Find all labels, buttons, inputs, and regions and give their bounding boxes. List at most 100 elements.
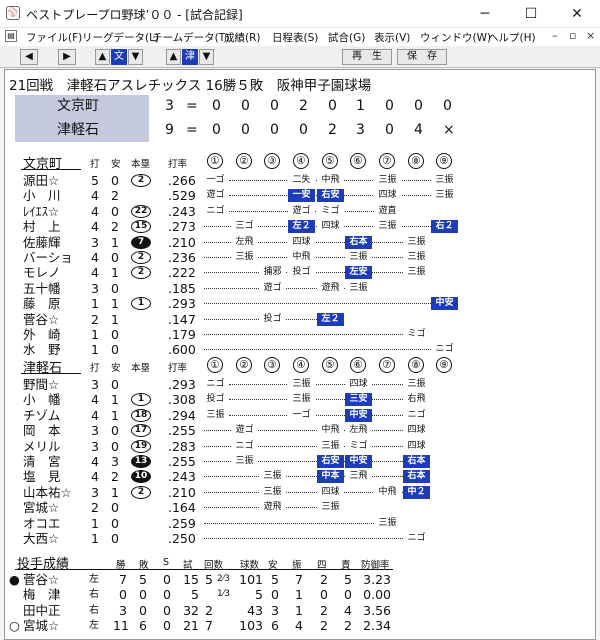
inning-number: ⑧ xyxy=(408,153,424,169)
menu-help[interactable]: ヘルプ(H) xyxy=(488,30,536,45)
player-row[interactable]: 佐藤輝 3 1 7 .210 左飛 四球 右本 三振 xyxy=(5,235,595,250)
at-bat-result: 遊直 xyxy=(374,204,401,218)
score-inning: 0 xyxy=(270,98,279,114)
save-button[interactable]: 保 存 xyxy=(397,49,447,65)
section-underline xyxy=(21,169,81,170)
player-row[interactable]: 野間☆ 3 0 .293 ニゴ 三振 四球 三振 xyxy=(5,377,595,392)
player-row[interactable]: 塩 見 4 2 10 .243 三振 中本 三飛 右本 xyxy=(5,469,595,485)
player-row[interactable]: 外 崎 1 0 .179 ミゴ xyxy=(5,327,595,342)
player-row[interactable]: オコエ 1 0 .259 三振 xyxy=(5,516,595,531)
player-name: 塩 見 xyxy=(23,469,61,485)
at-bat-result: 遊ゴ xyxy=(259,281,286,295)
player-row[interactable]: 山本祐☆ 3 1 2 .210 三振 四球 中飛 中２ xyxy=(5,484,595,500)
at-bat-result: 三振 xyxy=(259,485,286,499)
player-h: 0 xyxy=(111,531,119,546)
menu-team[interactable]: チームデータ(T) xyxy=(152,30,229,45)
score-team-name: 文京町 xyxy=(57,98,99,114)
player-row[interactable]: ﾚｲｴｽ☆ 4 0 22 .243 ニゴ 遊ゴ ミゴ 遊直 xyxy=(5,204,595,219)
player-row[interactable]: 小 川 4 2 .529 遊ゴ 一安 右安 四球 三振 xyxy=(5,188,595,204)
player-ab: 1 xyxy=(91,342,99,358)
pitcher-hand: 右 xyxy=(89,589,99,601)
player-row[interactable]: 小 幡 4 1 1.308 投ゴ 三振 三安 右飛 xyxy=(5,392,595,407)
result-leader xyxy=(229,414,403,416)
score-inning: 3 xyxy=(356,122,365,138)
pitcher-ip: 7 xyxy=(205,618,213,634)
prev-game-button[interactable]: ◀ xyxy=(20,49,38,65)
player-row[interactable]: 源田☆ 5 0 2 .266 一ゴ 二失 中飛 三振 三振 xyxy=(5,173,595,188)
play-button[interactable]: 再 生 xyxy=(342,49,392,65)
player-row[interactable]: 藤 原 1 1 1.293 中安 xyxy=(5,296,595,312)
inning-number: ③ xyxy=(264,153,280,169)
at-bat-result: 左安 xyxy=(345,266,372,280)
player-h: 1 xyxy=(111,484,119,500)
at-bat-result: 中安 xyxy=(345,455,372,468)
player-avg: .255 xyxy=(168,454,196,469)
score-team-name: 津軽石 xyxy=(57,122,99,138)
result-leader xyxy=(204,445,231,447)
at-bat-result: 三振 xyxy=(345,281,372,295)
player-ab: 3 xyxy=(91,484,99,500)
menu-schedule[interactable]: 日程表(S) xyxy=(272,30,318,45)
team1-button[interactable]: 文 xyxy=(111,49,127,65)
player-row[interactable]: バーショ 4 0 2 .236 三振 中飛 三振 三振 xyxy=(5,250,595,265)
inning-number: ② xyxy=(236,153,252,169)
team1-down-button[interactable]: ▼ xyxy=(128,49,143,65)
mdi-close-icon[interactable]: × xyxy=(586,29,595,42)
player-ab: 1 xyxy=(91,531,99,546)
next-game-button[interactable]: ▶ xyxy=(58,49,76,65)
hr-count-badge: 1 xyxy=(131,297,151,311)
maximize-button[interactable]: ☐ xyxy=(508,0,554,28)
team2-down-button[interactable]: ▼ xyxy=(199,49,214,65)
at-bat-result: 三振 xyxy=(288,393,315,407)
player-avg: .147 xyxy=(168,311,196,327)
at-bat-result: ニゴ xyxy=(202,378,229,391)
at-bat-result: 中安 xyxy=(345,408,372,422)
close-button[interactable]: ✕ xyxy=(554,0,600,28)
pitcher-row[interactable]: 田中正右 3 0 0 32 2 43 3 1 2 4 3.56 xyxy=(5,602,595,618)
pitcher-k: 7 xyxy=(295,572,303,587)
player-ab: 4 xyxy=(91,265,99,281)
mdi-restore-icon[interactable]: ▫ xyxy=(569,29,576,42)
result-leader xyxy=(204,430,231,432)
pitcher-mark: ○ xyxy=(9,618,20,634)
mdi-doc-icon[interactable]: ▤ xyxy=(5,30,17,42)
menu-view[interactable]: 表示(V) xyxy=(374,30,410,45)
team2-up-button[interactable]: ▲ xyxy=(166,49,181,65)
menu-game[interactable]: 試合(G) xyxy=(328,30,365,45)
pitcher-row[interactable]: 梅 津右 0 0 0 5 1⁄3 5 0 1 0 0 0.00 xyxy=(5,587,595,603)
mdi-minimize-icon[interactable]: – xyxy=(552,29,558,42)
pitcher-row[interactable]: ○ 宮城☆ 左 11 6 0 21 7 103 6 4 2 2 2.34 xyxy=(5,618,595,634)
player-h: 2 xyxy=(111,188,119,204)
at-bat-result: 右安 xyxy=(317,189,344,203)
menu-file[interactable]: ファイル(F) xyxy=(26,30,82,45)
score-eq: = xyxy=(186,98,198,114)
player-row[interactable]: 宮城☆ 2 0 .164 遊飛 三振 xyxy=(5,500,595,515)
player-row[interactable]: 清 宮 4 3 13 .255 三振 右安 中安 右本 xyxy=(5,454,595,469)
player-row[interactable]: 水 野 1 0 .600 ニゴ xyxy=(5,342,595,358)
at-bat-result: 一ゴ xyxy=(288,408,315,422)
player-row[interactable]: 村 上 4 2 15 .273 三ゴ 左２ 四球 三振 右２ xyxy=(5,219,595,234)
player-row[interactable]: 菅谷☆ 2 1 .147 投ゴ 左２ xyxy=(5,311,595,327)
pitcher-name: 梅 津 xyxy=(23,587,61,603)
player-ab: 1 xyxy=(91,296,99,312)
menu-league[interactable]: リーグデータ(L) xyxy=(82,30,159,45)
hr-count-badge: 2 xyxy=(131,485,151,499)
team1-up-button[interactable]: ▲ xyxy=(95,49,110,65)
inning-number: ⑨ xyxy=(436,357,452,373)
minimize-button[interactable]: ─ xyxy=(462,0,508,28)
player-row[interactable]: モレノ 4 1 2 .222 捕邪 投ゴ 左安 三振 xyxy=(5,265,595,281)
player-row[interactable]: 五十幡 3 0 .185 遊ゴ 遊飛 三振 xyxy=(5,281,595,296)
player-avg: .529 xyxy=(168,188,196,204)
pitcher-l: 0 xyxy=(139,602,147,618)
menu-records[interactable]: 成績(R) xyxy=(224,30,261,45)
player-row[interactable]: メリル 3 0 19 .283 ニゴ 三振 ミゴ 四球 xyxy=(5,439,595,454)
player-avg: .210 xyxy=(168,484,196,500)
player-row[interactable]: 大西☆ 1 0 .250 ニゴ xyxy=(5,531,595,546)
result-leader xyxy=(204,334,403,335)
player-row[interactable]: チゾム 4 1 18 .294 三振 一ゴ 中安 ニゴ xyxy=(5,408,595,423)
pitcher-row[interactable]: ● 菅谷☆ 左 7 5 0 15 5 2⁄3 101 5 7 2 5 3.23 xyxy=(5,572,595,587)
player-row[interactable]: 岡 本 3 0 17 .255 遊ゴ 中飛 左飛 四球 xyxy=(5,423,595,438)
menu-window[interactable]: ウィンドウ(W) xyxy=(420,30,491,45)
team2-button[interactable]: 津 xyxy=(182,49,198,65)
at-bat-result: 四球 xyxy=(288,235,315,249)
